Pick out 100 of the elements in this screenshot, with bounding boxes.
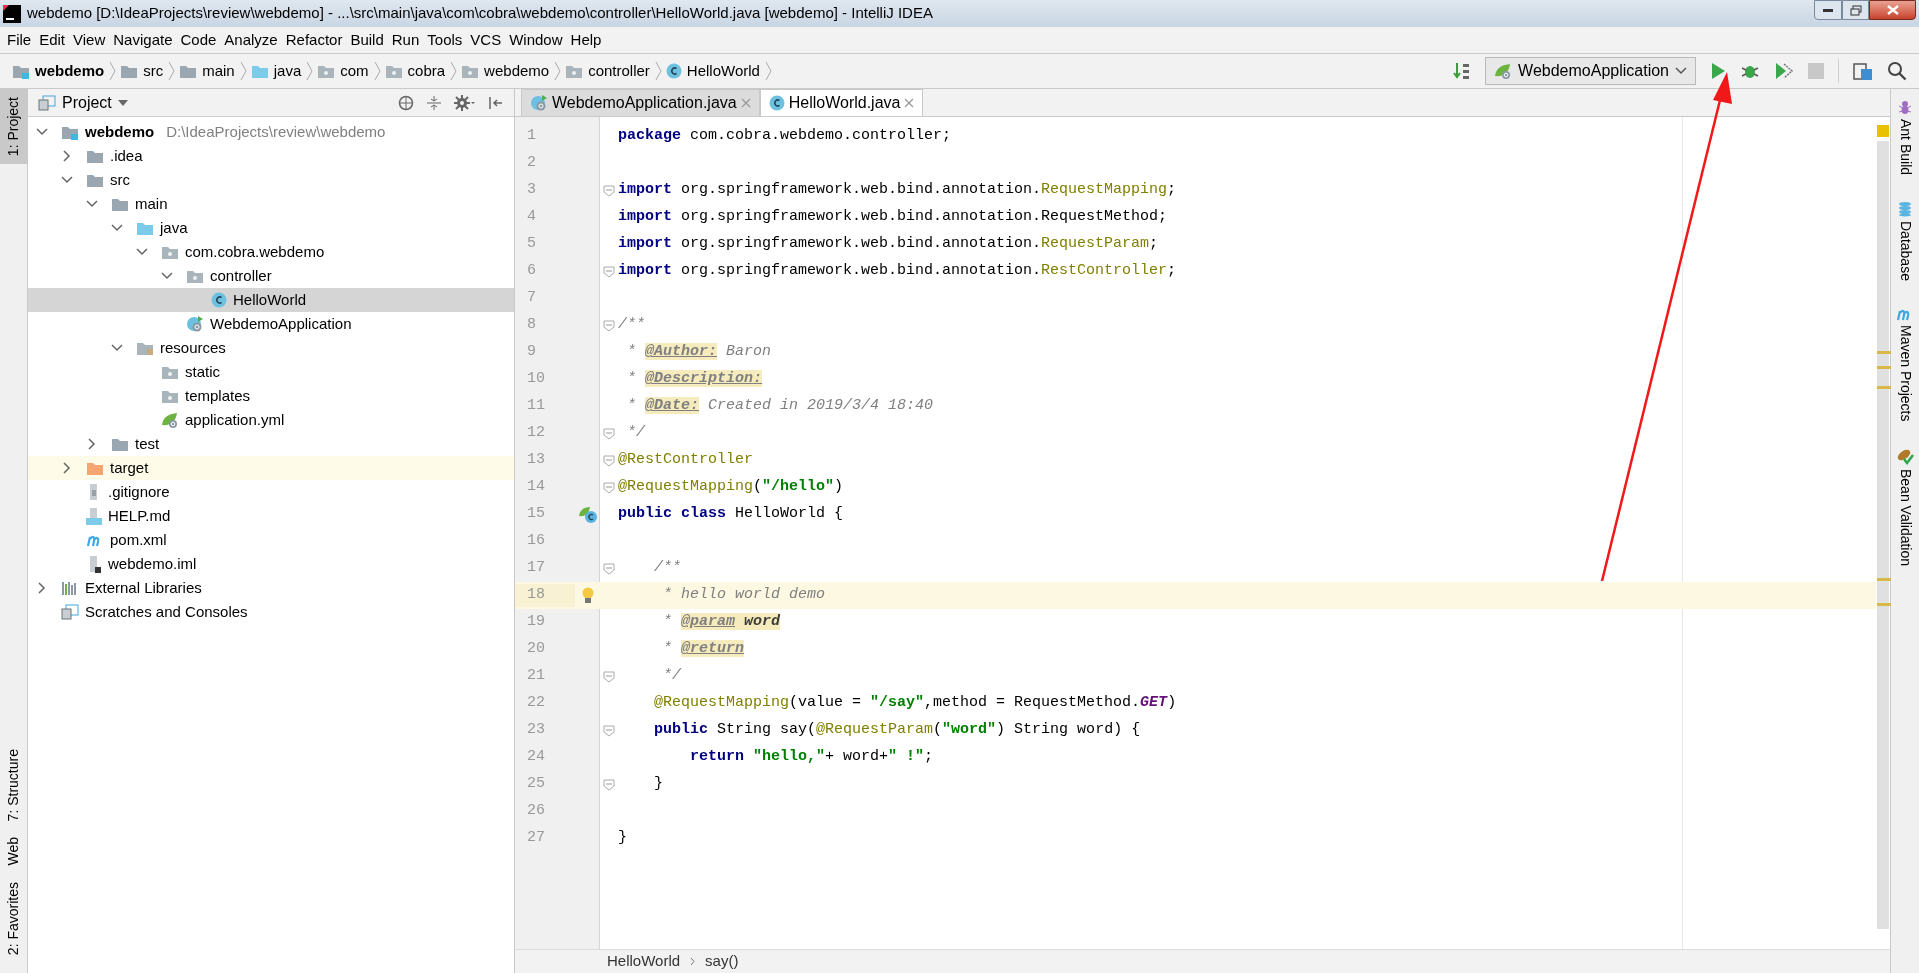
- menu-item[interactable]: Analyze: [220, 28, 282, 52]
- tree-item[interactable]: main: [28, 192, 514, 216]
- fold-marker-icon[interactable]: [603, 454, 615, 467]
- menu-item[interactable]: Help: [566, 28, 606, 52]
- fold-marker-icon[interactable]: [603, 319, 615, 332]
- warning-marker[interactable]: [1877, 603, 1891, 606]
- warning-marker[interactable]: [1877, 366, 1891, 369]
- close-button[interactable]: [1869, 0, 1916, 20]
- warning-marker[interactable]: [1877, 351, 1891, 354]
- menu-item[interactable]: VCS: [466, 28, 506, 52]
- caret-down-icon[interactable]: [117, 99, 128, 106]
- tree-item[interactable]: application.yml: [28, 408, 514, 432]
- breadcrumb[interactable]: controller: [588, 59, 650, 83]
- menu-item[interactable]: View: [69, 28, 110, 52]
- chevron-down-icon[interactable]: [111, 344, 123, 352]
- tool-window-tab[interactable]: Ant Build: [1894, 99, 1916, 176]
- close-icon[interactable]: [904, 98, 915, 108]
- tree-item[interactable]: pom.xml: [28, 528, 514, 552]
- fold-marker-icon[interactable]: [603, 184, 615, 197]
- settings-icon[interactable]: [454, 94, 476, 111]
- editor-tab[interactable]: HelloWorld.java: [759, 89, 924, 116]
- chevron-right-icon[interactable]: [63, 462, 71, 474]
- tool-window-tab[interactable]: 7: Structure: [0, 740, 27, 830]
- breadcrumb[interactable]: com: [340, 59, 369, 83]
- warning-marker[interactable]: [1877, 578, 1891, 581]
- close-icon[interactable]: [740, 98, 751, 108]
- panel-title[interactable]: Project: [62, 90, 112, 115]
- menu-item[interactable]: Navigate: [109, 28, 177, 52]
- tree-item[interactable]: templates: [28, 384, 514, 408]
- tree-item[interactable]: HELP.md: [28, 504, 514, 528]
- tree-item[interactable]: src: [28, 168, 514, 192]
- tool-window-tab[interactable]: Web: [0, 829, 27, 874]
- tree-item[interactable]: Scratches and Consoles: [28, 600, 514, 624]
- tree-item[interactable]: WebdemoApplication: [28, 312, 514, 336]
- tool-window-tab[interactable]: Maven Projects: [1894, 307, 1916, 422]
- breadcrumb[interactable]: webdemo: [484, 59, 550, 83]
- editor-tab[interactable]: WebdemoApplication.java: [521, 89, 760, 116]
- hide-panel-icon[interactable]: [488, 94, 504, 111]
- minimize-button[interactable]: [1814, 0, 1842, 20]
- spring-bean-icon[interactable]: [577, 505, 598, 524]
- menu-item[interactable]: Tools: [423, 28, 467, 52]
- tree-item[interactable]: HelloWorld: [28, 288, 514, 312]
- breadcrumb[interactable]: src: [143, 59, 164, 83]
- tool-window-tab[interactable]: Bean Validation: [1894, 447, 1916, 567]
- chevron-right-icon[interactable]: [38, 582, 46, 594]
- source-icon: [250, 63, 269, 79]
- lightbulb-icon[interactable]: [580, 586, 595, 605]
- chevron-down-icon[interactable]: [111, 224, 123, 232]
- tool-window-tab[interactable]: Database: [1894, 201, 1916, 281]
- fold-marker-icon[interactable]: [603, 778, 615, 791]
- locate-icon[interactable]: [398, 94, 414, 111]
- chevron-down-icon[interactable]: [161, 272, 173, 280]
- chevron-down-icon[interactable]: [36, 128, 48, 136]
- breadcrumb[interactable]: HelloWorld: [607, 950, 681, 973]
- warning-marker[interactable]: [1877, 386, 1891, 389]
- fold-marker-icon[interactable]: [603, 427, 615, 440]
- chevron-down-icon[interactable]: [61, 176, 73, 184]
- coverage-icon[interactable]: [1774, 61, 1794, 81]
- tree-item[interactable]: target: [28, 456, 514, 480]
- chevron-right-icon[interactable]: [63, 150, 71, 162]
- menu-item[interactable]: File: [3, 28, 36, 52]
- fold-marker-icon[interactable]: [603, 265, 615, 278]
- menu-item[interactable]: Window: [505, 28, 567, 52]
- tool-window-tab[interactable]: 1: Project: [0, 89, 27, 165]
- breadcrumb[interactable]: java: [273, 59, 302, 83]
- project-structure-icon[interactable]: [1853, 61, 1873, 81]
- tree-item[interactable]: webdemo D:\IdeaProjects\review\webdemo: [28, 120, 514, 144]
- menu-item[interactable]: Edit: [35, 28, 70, 52]
- tree-item[interactable]: External Libraries: [28, 576, 514, 600]
- fold-marker-icon[interactable]: [603, 481, 615, 494]
- run-icon[interactable]: [1710, 62, 1726, 80]
- chevron-down-icon[interactable]: [136, 248, 148, 256]
- breadcrumb[interactable]: webdemo: [35, 59, 105, 83]
- tool-window-tab[interactable]: 2: Favorites: [0, 873, 27, 963]
- tree-item[interactable]: .idea: [28, 144, 514, 168]
- breadcrumb[interactable]: cobra: [407, 59, 446, 83]
- menu-item[interactable]: Run: [387, 28, 424, 52]
- fold-marker-icon[interactable]: [603, 562, 615, 575]
- fold-marker-icon[interactable]: [603, 670, 615, 683]
- tree-item[interactable]: webdemo.iml: [28, 552, 514, 576]
- breadcrumb[interactable]: say(): [705, 950, 739, 973]
- tree-item[interactable]: resources: [28, 336, 514, 360]
- menu-item[interactable]: Code: [176, 28, 221, 52]
- tree-item[interactable]: .gitignore: [28, 480, 514, 504]
- tree-item[interactable]: com.cobra.webdemo: [28, 240, 514, 264]
- chevron-right-icon[interactable]: [88, 438, 96, 450]
- fold-marker-icon[interactable]: [603, 724, 615, 737]
- breadcrumb[interactable]: main: [202, 59, 235, 83]
- breadcrumb[interactable]: HelloWorld: [686, 59, 760, 83]
- menu-item[interactable]: Build: [346, 28, 388, 52]
- search-icon[interactable]: [1887, 61, 1907, 81]
- tree-item[interactable]: static: [28, 360, 514, 384]
- tree-item[interactable]: java: [28, 216, 514, 240]
- tree-item[interactable]: controller: [28, 264, 514, 288]
- collapse-all-icon[interactable]: [426, 94, 442, 111]
- sort-icon[interactable]: [1453, 61, 1472, 81]
- chevron-down-icon[interactable]: [86, 200, 98, 208]
- tree-item[interactable]: test: [28, 432, 514, 456]
- menu-item[interactable]: Refactor: [281, 28, 347, 52]
- run-config-dropdown[interactable]: WebdemoApplication: [1485, 57, 1696, 85]
